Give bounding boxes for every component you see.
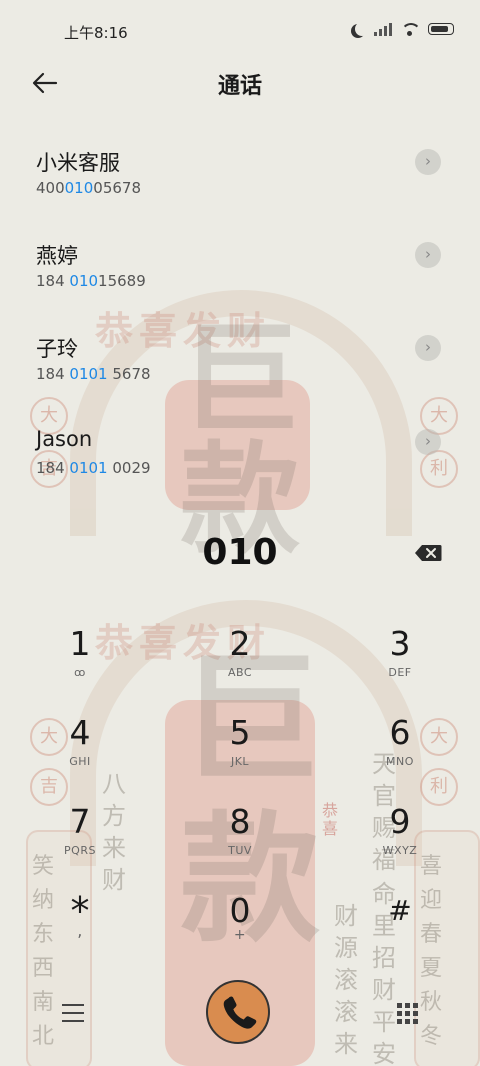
key-letters: TUV [228, 844, 252, 857]
number-match-highlight: 0101 [69, 365, 108, 383]
phone-icon [223, 996, 257, 1029]
key-letters: ABC [227, 666, 253, 679]
key-digit: 7 [69, 802, 91, 841]
key-digit: # [388, 894, 412, 927]
contact-name: Jason [36, 427, 93, 451]
key-digit: 0 [229, 891, 251, 930]
dial-number-display: 010 [0, 510, 480, 596]
key-digit: 6 [389, 713, 411, 752]
chevron-right-icon[interactable]: › [415, 335, 441, 361]
keypad-key-0[interactable]: 0 + [185, 883, 295, 963]
keypad-key-hash[interactable]: # [345, 883, 455, 963]
status-time: 上午8:16 [64, 24, 128, 42]
status-icons [351, 22, 454, 36]
contact-name: 燕婷 [36, 244, 78, 268]
menu-icon[interactable] [58, 998, 88, 1028]
do-not-disturb-icon [355, 22, 369, 36]
key-digit: 8 [229, 802, 251, 841]
keypad-key-1[interactable]: 1 ꝏ [25, 616, 135, 696]
contact-number: 184 0101 0029 [36, 459, 151, 477]
contact-number: 184 0101 5678 [36, 365, 151, 383]
key-letters: GHI [69, 755, 91, 768]
keypad-key-4[interactable]: 4 GHI [25, 705, 135, 785]
key-letters: PQRS [64, 844, 96, 857]
contact-number: 184 01015689 [36, 272, 146, 290]
contact-item[interactable]: 子玲 184 0101 5678 › [0, 316, 480, 396]
key-digit: 1 [69, 624, 91, 663]
contact-name: 子玲 [36, 337, 78, 361]
chevron-right-icon[interactable]: › [415, 149, 441, 175]
contact-suggestion-list: 小米客服 40001005678 › 燕婷 184 01015689 › 子玲 … [0, 130, 480, 510]
key-digit: 2 [229, 624, 251, 663]
app-header: 通话 [0, 62, 480, 104]
voicemail-icon: ꝏ [74, 666, 86, 679]
number-match-highlight: 010 [64, 179, 94, 197]
key-digit: 5 [229, 713, 251, 752]
backspace-icon[interactable] [414, 544, 442, 562]
chevron-right-icon[interactable]: › [415, 429, 441, 455]
contact-item[interactable]: 燕婷 184 01015689 › [0, 223, 480, 303]
dialpad-icon[interactable] [392, 998, 422, 1028]
wifi-icon [401, 22, 419, 36]
call-button[interactable] [206, 980, 270, 1044]
key-letters: JKL [230, 755, 250, 768]
dialer-bottom-bar [0, 970, 480, 1060]
signal-icon [374, 22, 392, 36]
page-title: 通话 [217, 74, 262, 99]
status-bar: 上午8:16 [0, 0, 480, 62]
key-digit: 4 [69, 713, 91, 752]
contact-item[interactable]: Jason 184 0101 0029 › [0, 410, 480, 490]
dialed-number[interactable]: 010 [0, 532, 480, 573]
contact-number: 40001005678 [36, 179, 141, 197]
number-match-highlight: 0101 [69, 459, 108, 477]
battery-icon [428, 23, 454, 35]
keypad-key-7[interactable]: 7 PQRS [25, 794, 135, 874]
key-letters: DEF [388, 666, 412, 679]
keypad-key-9[interactable]: 9 WXYZ [345, 794, 455, 874]
keypad-key-star[interactable]: * , [25, 883, 135, 963]
keypad-key-2[interactable]: 2 ABC [185, 616, 295, 696]
keypad-key-5[interactable]: 5 JKL [185, 705, 295, 785]
key-letters: + [233, 927, 247, 943]
contact-item[interactable]: 小米客服 40001005678 › [0, 130, 480, 210]
key-letters: MNO [386, 755, 414, 768]
keypad-key-3[interactable]: 3 DEF [345, 616, 455, 696]
keypad-key-6[interactable]: 6 MNO [345, 705, 455, 785]
key-letters: , [77, 921, 83, 940]
number-match-highlight: 010 [69, 272, 99, 290]
keypad-key-8[interactable]: 8 TUV [185, 794, 295, 874]
key-digit: 9 [389, 802, 411, 841]
key-digit: 3 [389, 624, 411, 663]
contact-name: 小米客服 [36, 151, 120, 175]
chevron-right-icon[interactable]: › [415, 242, 441, 268]
key-letters: WXYZ [382, 844, 418, 857]
